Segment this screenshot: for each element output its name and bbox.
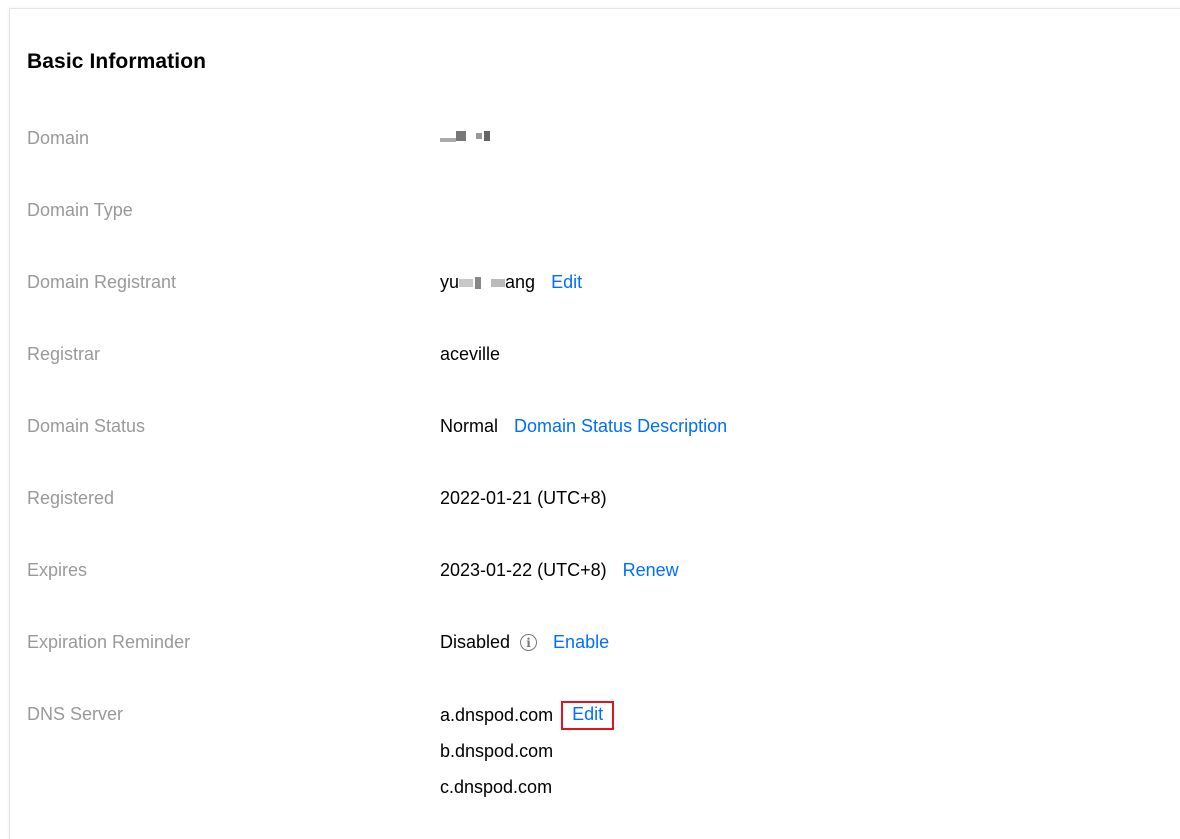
redacted-block [475,276,482,289]
registrar-value: aceville [440,344,501,364]
dns-server-label: DNS Server [27,704,124,724]
domain-type-label: Domain Type [27,200,133,220]
redacted-block [459,278,474,287]
registrant-suffix: ang [505,272,536,292]
dns-server-list: a.dnspod.com Edit b.dnspod.com c.dnspod.… [440,697,615,805]
edit-dns-link[interactable]: Edit [561,700,615,730]
registered-label: Registered [27,488,115,508]
dns-server-row: b.dnspod.com [440,733,614,769]
expiration-reminder-value: Disabled i Enable [440,632,609,653]
registrant-label: Domain Registrant [27,272,177,292]
domain-status-value: Normal Domain Status Description [440,416,727,437]
registered-value: 2022-01-21 (UTC+8) [440,488,607,508]
dns-server-item: c.dnspod.com [440,776,553,797]
reminder-status: Disabled [440,632,511,652]
redacted-block [491,278,506,287]
enable-reminder-link[interactable]: Enable [553,632,609,653]
registrant-prefix: yu [440,272,460,292]
expires-label: Expires [27,560,88,580]
renew-link[interactable]: Renew [623,560,679,581]
domain-value-redacted [440,130,490,142]
domain-status-label: Domain Status [27,416,146,436]
registrar-label: Registrar [27,344,101,364]
dns-server-item: b.dnspod.com [440,740,554,761]
section-title: Basic Information [27,50,207,73]
domain-label: Domain [27,128,90,148]
expiration-reminder-label: Expiration Reminder [27,632,191,652]
expires-value: 2023-01-22 (UTC+8) Renew [440,560,679,581]
expires-date: 2023-01-22 (UTC+8) [440,560,607,580]
dns-server-item: a.dnspod.com [440,704,554,725]
registrant-value: yu ang Edit [440,272,582,293]
dns-server-row: a.dnspod.com Edit [440,697,615,733]
edit-registrant-link[interactable]: Edit [551,272,582,293]
dns-server-row: c.dnspod.com [440,769,614,805]
domain-status-description-link[interactable]: Domain Status Description [514,416,727,437]
info-icon[interactable]: i [520,634,538,651]
status-text: Normal [440,416,499,436]
